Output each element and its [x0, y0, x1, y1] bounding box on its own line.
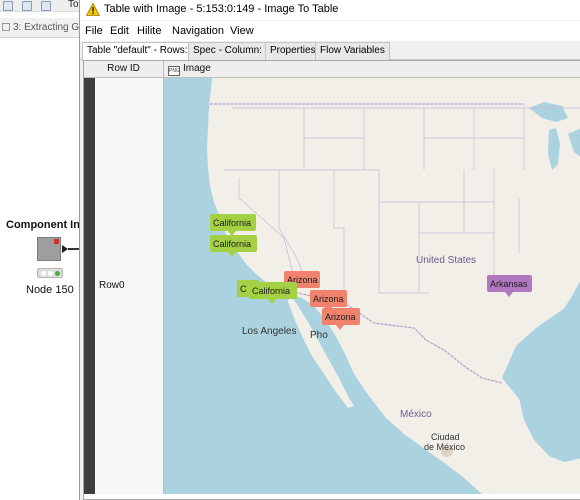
label-mexico: México: [400, 409, 432, 420]
workflow-editor-background: To 3: Extracting Go Component Input Node…: [0, 0, 97, 500]
column-header-image[interactable]: PNG Image: [164, 61, 580, 78]
menu-hilite[interactable]: Hilite: [137, 25, 161, 37]
row-id-cell: Row0: [99, 280, 125, 291]
label-ciudad: Ciudad: [431, 432, 460, 442]
marker-label: California: [213, 218, 251, 228]
marker-label: C: [240, 284, 247, 294]
menu-edit[interactable]: Edit: [110, 25, 129, 37]
window-titlebar[interactable]: Table with Image - 5:153:0:149 - Image T…: [80, 0, 580, 20]
data-table: Row ID PNG Image Row0 United States Los …: [83, 60, 580, 500]
status-light-green: [55, 271, 60, 276]
workflow-icon: [2, 23, 10, 31]
window-title: Table with Image - 5:153:0:149 - Image T…: [104, 3, 339, 15]
table-view-window: Table with Image - 5:153:0:149 - Image T…: [79, 0, 580, 500]
component-node[interactable]: [37, 237, 61, 261]
view-tabs: Table "default" - Rows: 1 Spec - Column:…: [80, 41, 580, 61]
toolbar-text: To: [68, 0, 79, 10]
editor-tab[interactable]: 3: Extracting Go: [0, 18, 80, 38]
toolbar-icon-2[interactable]: [22, 1, 32, 11]
node-label: Node 150: [26, 284, 74, 296]
warning-icon: [86, 3, 100, 16]
menu-file[interactable]: File: [85, 25, 103, 37]
column-header-row-id[interactable]: Row ID: [84, 61, 164, 78]
row-selection-gutter[interactable]: [84, 78, 95, 494]
tab-spec[interactable]: Spec - Column: 1: [188, 42, 276, 60]
label-united-states: United States: [416, 255, 476, 266]
editor-toolbar: To: [0, 0, 80, 12]
status-light-yellow: [48, 271, 53, 276]
marker-label: Arizona: [325, 312, 356, 322]
label-de-mexico: de México: [424, 442, 465, 452]
status-light-red: [41, 271, 46, 276]
marker-label: California: [252, 286, 290, 296]
marker-label: Arizona: [313, 294, 344, 304]
image-cell[interactable]: United States Los Angeles Pho México Ciu…: [164, 78, 580, 494]
tab-table-default[interactable]: Table "default" - Rows: 1: [82, 42, 201, 61]
column-header-image-label: Image: [183, 63, 211, 74]
toolbar-icon-1[interactable]: [3, 1, 13, 11]
tab-flow-variables[interactable]: Flow Variables: [315, 42, 390, 60]
map-image: United States Los Angeles Pho México Ciu…: [164, 78, 580, 494]
toolbar-icon-3[interactable]: [41, 1, 51, 11]
label-phoenix: Pho: [310, 330, 328, 341]
marker-label: Arkansas: [490, 279, 528, 289]
editor-tab-label: 3: Extracting Go: [13, 22, 80, 33]
tab-properties[interactable]: Properties: [265, 42, 321, 60]
screen: To 3: Extracting Go Component Input Node…: [0, 0, 580, 500]
png-type-icon: PNG: [168, 66, 180, 76]
menu-navigation[interactable]: Navigation: [172, 25, 224, 37]
table-row[interactable]: Row0: [95, 78, 164, 494]
label-los-angeles: Los Angeles: [242, 326, 297, 337]
node-status-traffic-light: [37, 268, 63, 278]
error-flag-icon: [54, 239, 59, 244]
menu-bar: File Edit Hilite Navigation View: [80, 21, 580, 41]
marker-label: California: [213, 239, 251, 249]
menu-view[interactable]: View: [230, 25, 254, 37]
